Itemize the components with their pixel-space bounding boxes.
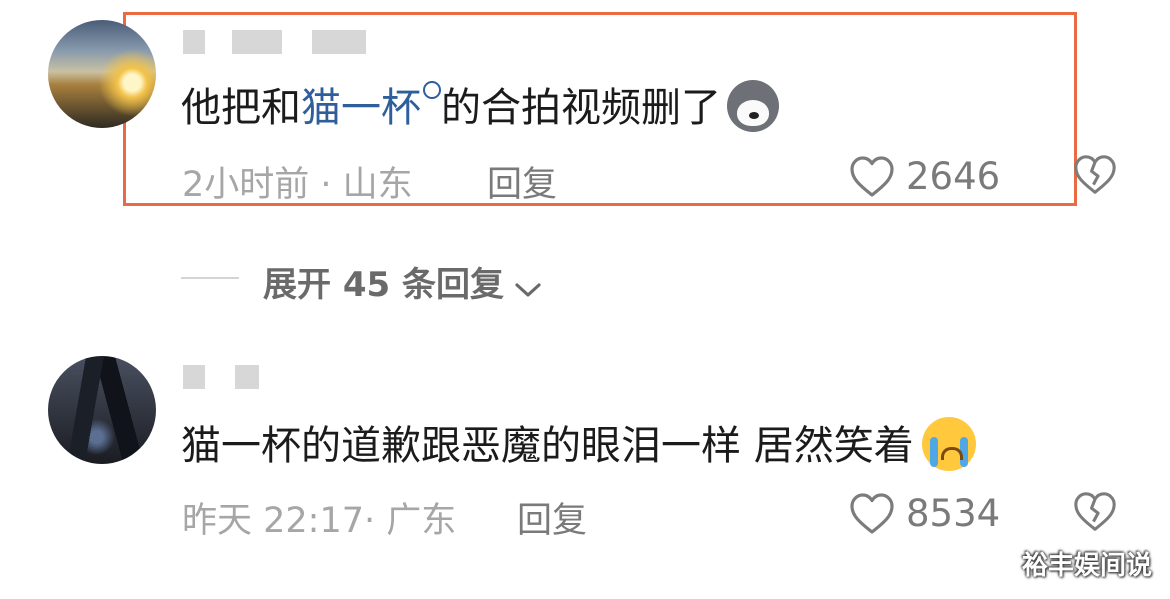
commenter-avatar[interactable] — [48, 356, 156, 464]
comment-timestamp-location: 2小时前 · 山东 — [182, 165, 413, 205]
blurred-username — [232, 30, 282, 54]
broken-heart-dislike-icon[interactable] — [1072, 152, 1118, 198]
reply-button[interactable]: 回复 — [517, 492, 587, 543]
comment-text: 他把和猫一杯 的合拍视频删了 — [181, 80, 779, 136]
comment-text-start: 他把和 — [181, 85, 301, 131]
like-count: 2646 — [906, 155, 1001, 198]
comment-text: 猫一杯的道歉跟恶魔的眼泪一样 居然笑着 — [181, 417, 976, 475]
blurred-username — [183, 30, 205, 54]
blurred-username — [235, 365, 259, 389]
comment-text-end: 的合拍视频删了 — [441, 85, 721, 131]
watermark-text: 裕丰娱间说 — [1021, 551, 1152, 581]
heart-like-icon[interactable] — [848, 153, 896, 199]
expand-replies-label: 展开 45 条回复 — [263, 265, 504, 305]
comment-timestamp-location: 昨天 22:17· 广东 — [182, 501, 457, 541]
comment-text-body: 猫一杯的道歉跟恶魔的眼泪一样 居然笑着 — [181, 423, 914, 469]
divider-line — [181, 277, 239, 279]
search-icon[interactable] — [423, 81, 441, 99]
expand-replies-button[interactable]: 展开 45 条回复 — [263, 257, 543, 306]
broken-heart-dislike-icon[interactable] — [1072, 489, 1118, 535]
blurred-username — [183, 365, 205, 389]
blurred-username — [312, 30, 366, 54]
chevron-down-icon — [513, 280, 543, 304]
commenter-avatar[interactable] — [48, 20, 156, 128]
husky-dog-emoji-icon — [727, 80, 779, 132]
like-count: 8534 — [906, 492, 1001, 535]
heart-like-icon[interactable] — [848, 490, 896, 536]
search-link-keyword[interactable]: 猫一杯 — [301, 85, 421, 131]
crying-face-emoji-icon — [921, 417, 976, 471]
reply-button[interactable]: 回复 — [487, 156, 557, 207]
